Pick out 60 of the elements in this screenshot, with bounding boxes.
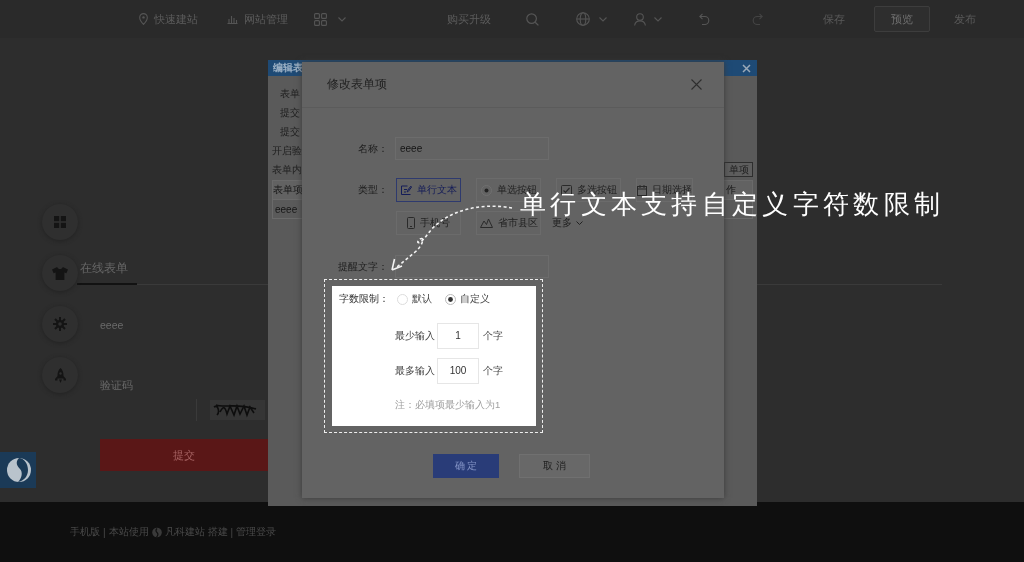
column-header: 表单项 [273,183,303,197]
apps-menu-button[interactable] [314,11,346,27]
close-icon[interactable] [742,63,751,73]
submit-button[interactable]: 提交 [100,439,268,471]
redo-button[interactable] [752,11,763,27]
rocket-icon [54,367,66,383]
dialog-title: 修改表单项 [327,76,387,93]
grid-icon [314,12,327,26]
account-button[interactable] [634,11,662,27]
undo-icon [699,13,710,25]
radio-option[interactable]: 自定义 [445,292,490,306]
grid-icon [54,216,66,228]
map-icon [479,218,493,228]
count-input[interactable]: 100 [437,358,479,384]
language-button[interactable] [576,11,607,27]
floating-button[interactable] [42,255,78,291]
separator: | [103,526,106,538]
search-icon [526,12,539,26]
floating-button[interactable] [42,357,78,393]
caret-icon [654,16,662,22]
floating-button[interactable] [42,306,78,342]
logo-icon [151,526,162,538]
unit-label: 个字 [483,329,503,343]
globe-icon [576,12,590,26]
name-label: 名称： [357,142,388,156]
gear-icon [53,317,67,331]
field-label: eeee [100,318,124,332]
captcha-image [210,400,265,420]
pin-icon [139,13,148,25]
preview-button[interactable]: 预览 [874,6,930,32]
confirm-button[interactable]: 确 定 [433,454,499,478]
type-option[interactable]: 单行文本 [396,178,461,202]
range-label: 最少输入 [395,329,436,343]
chat-logo-icon[interactable] [0,452,36,488]
floating-button[interactable] [42,204,78,240]
edit-text-icon [400,185,412,195]
redo-icon [752,13,763,25]
shirt-icon [52,266,68,280]
separator: | [230,526,234,538]
unit-label: 个字 [483,364,503,378]
count-input[interactable]: 1 [437,323,479,349]
dialog-title: 编辑表 [273,61,303,75]
limit-label: 字数限制： [339,292,390,306]
search-button[interactable] [526,11,539,27]
note-text: 注：必填项最少输入为1 [395,398,502,412]
chart-icon [227,14,238,24]
name-input[interactable]: eeee [395,137,549,160]
caret-icon [599,16,607,22]
radio-icon [480,184,492,196]
undo-button[interactable] [699,11,710,27]
radio-option[interactable]: 默认 [397,292,432,306]
caret-icon [338,16,346,22]
table-cell: eeee [275,203,298,215]
close-icon[interactable] [691,79,702,90]
caret-icon [576,221,583,225]
cancel-button[interactable]: 取 消 [519,454,590,478]
hint-input[interactable] [395,255,549,278]
phone-icon [407,217,415,229]
range-label: 最多输入 [395,364,436,378]
user-icon [634,12,646,26]
